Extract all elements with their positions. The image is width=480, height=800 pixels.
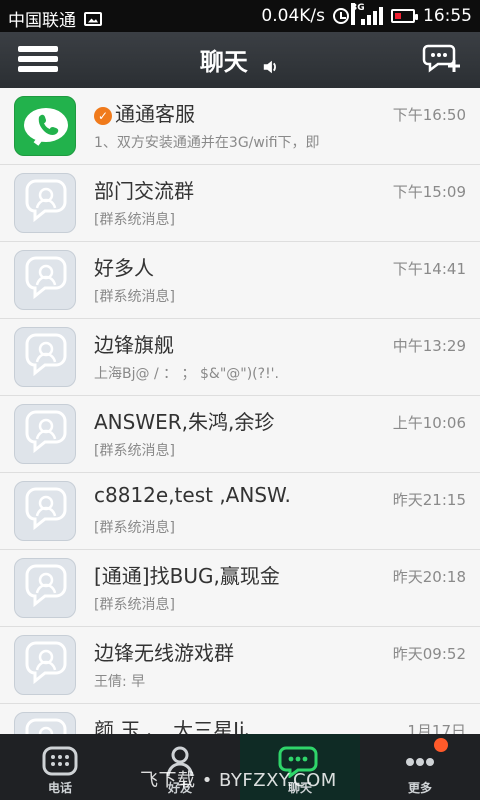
add-chat-icon[interactable]: [422, 42, 462, 74]
chat-name: 颜 玉 、 大三星Jj、…: [94, 718, 285, 734]
group-chat-icon: [14, 404, 76, 464]
chat-row[interactable]: 颜 玉 、 大三星Jj、… 1月17日: [0, 704, 480, 734]
tab-label: 电话: [47, 781, 72, 795]
chat-time: 下午15:09: [392, 183, 466, 201]
group-chat-icon: [14, 635, 76, 695]
group-chat-icon: [14, 250, 76, 310]
chat-row-service[interactable]: ✓ 通通客服 1、双方安装通通并在3G/wifi下，即 下午16:50: [0, 88, 480, 165]
tab-more[interactable]: 更多: [360, 734, 480, 800]
chat-row[interactable]: 边锋无线游戏群 王倩: 早 昨天09:52: [0, 627, 480, 704]
dialpad-icon: [38, 744, 82, 778]
chat-time: 昨天09:52: [392, 645, 466, 663]
network-tag: 3G: [351, 3, 365, 25]
group-chat-icon: [14, 173, 76, 233]
signal-icon: 3G: [351, 3, 383, 25]
chat-row[interactable]: 好多人 [群系统消息] 下午14:41: [0, 242, 480, 319]
verified-icon: ✓: [94, 106, 112, 125]
chat-time: 1月17日: [407, 722, 466, 734]
network-speed: 0.04K/s: [261, 6, 325, 26]
chat-name: 边锋无线游戏群: [94, 641, 234, 665]
group-chat-icon: [14, 712, 76, 734]
chat-row[interactable]: ANSWER,朱鸿,余珍 [群系统消息] 上午10:06: [0, 396, 480, 473]
chat-snippet: 上海Bj@ / ： ； $&"@")(?!'.: [94, 366, 279, 382]
chat-name: ANSWER,朱鸿,余珍: [94, 410, 275, 434]
battery-icon: [391, 9, 418, 23]
chat-snippet: [群系统消息]: [94, 520, 175, 536]
alarm-icon: [333, 8, 349, 24]
more-icon: [398, 744, 442, 778]
chat-row[interactable]: 部门交流群 [群系统消息] 下午15:09: [0, 165, 480, 242]
speaker-icon[interactable]: [262, 54, 280, 74]
chat-row[interactable]: [通通]找BUG,赢现金 [群系统消息] 昨天20:18: [0, 550, 480, 627]
chat-name: 部门交流群: [94, 179, 194, 203]
chat-name: [通通]找BUG,赢现金: [94, 564, 280, 588]
chat-name: ✓ 通通客服: [94, 98, 195, 127]
chat-snippet: 王倩: 早: [94, 674, 146, 690]
group-chat-icon: [14, 558, 76, 618]
chat-time: 上午10:06: [392, 414, 466, 432]
carrier-label: 中国联通: [8, 11, 76, 31]
chat-time: 下午16:50: [392, 106, 466, 124]
group-chat-icon: [14, 327, 76, 387]
page-title: 聊天: [199, 48, 248, 76]
chat-row[interactable]: c8812e,test ,ANSW. [群系统消息] 昨天21:15: [0, 473, 480, 550]
chat-row[interactable]: 边锋旗舰 上海Bj@ / ： ； $&"@")(?!'. 中午13:29: [0, 319, 480, 396]
chat-list[interactable]: ✓ 通通客服 1、双方安装通通并在3G/wifi下，即 下午16:50 部门交流群…: [0, 88, 480, 734]
chat-snippet: [群系统消息]: [94, 212, 175, 228]
page-title-container: 聊天: [0, 42, 480, 77]
chat-time: 下午14:41: [392, 260, 466, 278]
watermark: 飞下载 • BYFZXY.COM: [140, 770, 337, 791]
app-header: 聊天: [0, 32, 480, 88]
chat-time: 昨天20:18: [392, 568, 466, 586]
chat-time: 昨天21:15: [392, 491, 466, 509]
status-time: 16:55: [423, 6, 472, 26]
chat-name: c8812e,test ,ANSW.: [94, 483, 291, 507]
status-bar: 中国联通 0.04K/s 3G 16:55: [0, 0, 480, 32]
chat-name: 边锋旗舰: [94, 333, 174, 357]
screenshot-icon: [84, 11, 102, 26]
chat-name: 好多人: [94, 256, 154, 280]
phone-cloud-icon: [14, 96, 76, 156]
chat-snippet: [群系统消息]: [94, 443, 175, 459]
tab-phone[interactable]: 电话: [0, 734, 120, 800]
chat-snippet: 1、双方安装通通并在3G/wifi下，即: [94, 135, 320, 151]
group-chat-icon: [14, 481, 76, 541]
chat-time: 中午13:29: [392, 337, 466, 355]
chat-snippet: [群系统消息]: [94, 597, 175, 613]
chat-snippet: [群系统消息]: [94, 289, 175, 305]
tab-label: 更多: [407, 781, 432, 795]
